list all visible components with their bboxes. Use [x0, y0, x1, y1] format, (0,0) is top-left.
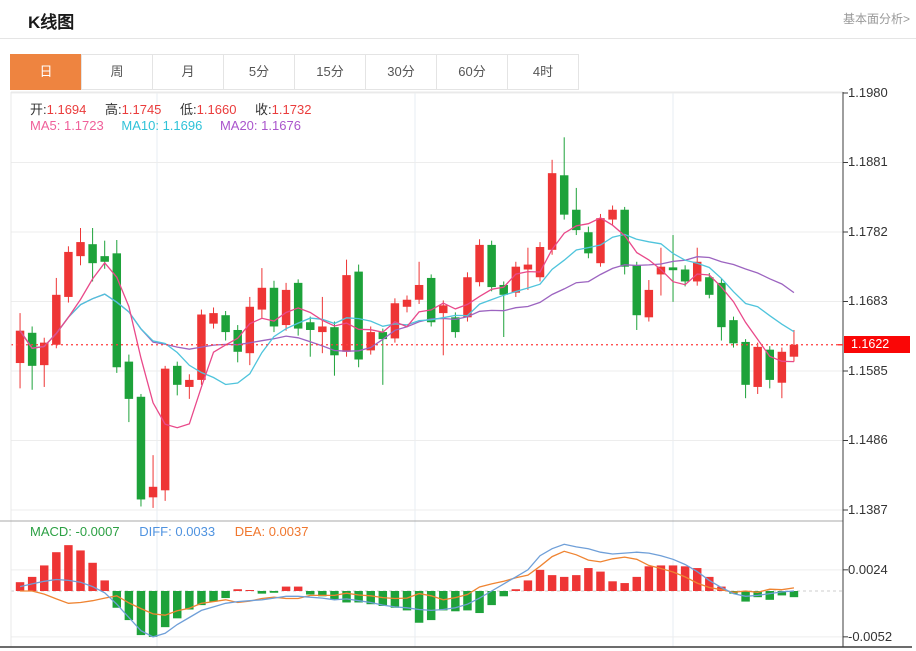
open-value: 1.1694 — [47, 102, 87, 117]
ma10-label: MA10: — [121, 118, 159, 133]
low-label: 低: — [180, 102, 197, 117]
open-label: 开: — [30, 102, 47, 117]
macd-axis-label: 0.0024 — [848, 562, 910, 577]
high-label: 高: — [105, 102, 122, 117]
close-label: 收: — [255, 102, 272, 117]
close-value: 1.1732 — [272, 102, 312, 117]
macd-axis-label: -0.0052 — [848, 629, 910, 644]
y-axis-label: 1.1683 — [848, 293, 910, 308]
y-axis-label: 1.1387 — [848, 502, 910, 517]
high-value: 1.1745 — [122, 102, 162, 117]
ohlc-readout: 开:1.1694 高:1.1745 低:1.1660 收:1.1732 — [30, 99, 326, 118]
y-axis-label: 1.1486 — [848, 432, 910, 447]
macd-label: MACD: — [30, 524, 72, 539]
ma20-label: MA20: — [220, 118, 258, 133]
low-value: 1.1660 — [197, 102, 237, 117]
chart-area: 开:1.1694 高:1.1745 低:1.1660 收:1.1732 MA5:… — [0, 0, 916, 651]
ma10-value: 1.1696 — [163, 118, 203, 133]
y-axis-label: 1.1585 — [848, 363, 910, 378]
y-axis-label: 1.1980 — [848, 85, 910, 100]
macd-value: -0.0007 — [76, 524, 120, 539]
dea-label: DEA: — [235, 524, 265, 539]
ma5-value: 1.1723 — [64, 118, 104, 133]
y-axis-label: 1.1881 — [848, 154, 910, 169]
diff-value: 0.0033 — [175, 524, 215, 539]
candlestick-chart[interactable] — [0, 0, 916, 651]
dea-value: 0.0037 — [269, 524, 309, 539]
diff-label: DIFF: — [139, 524, 172, 539]
y-axis-label: 1.1782 — [848, 224, 910, 239]
ma20-value: 1.1676 — [261, 118, 301, 133]
ma-readout: MA5: 1.1723 MA10: 1.1696 MA20: 1.1676 — [30, 118, 301, 133]
macd-readout: MACD: -0.0007 DIFF: 0.0033 DEA: 0.0037 — [30, 524, 308, 539]
kline-page: K线图 基本面分析> 日 周 月 5分 15分 30分 60分 4时 开:1.1… — [0, 0, 916, 651]
ma5-label: MA5: — [30, 118, 60, 133]
last-price-badge: 1.1622 — [844, 336, 910, 353]
